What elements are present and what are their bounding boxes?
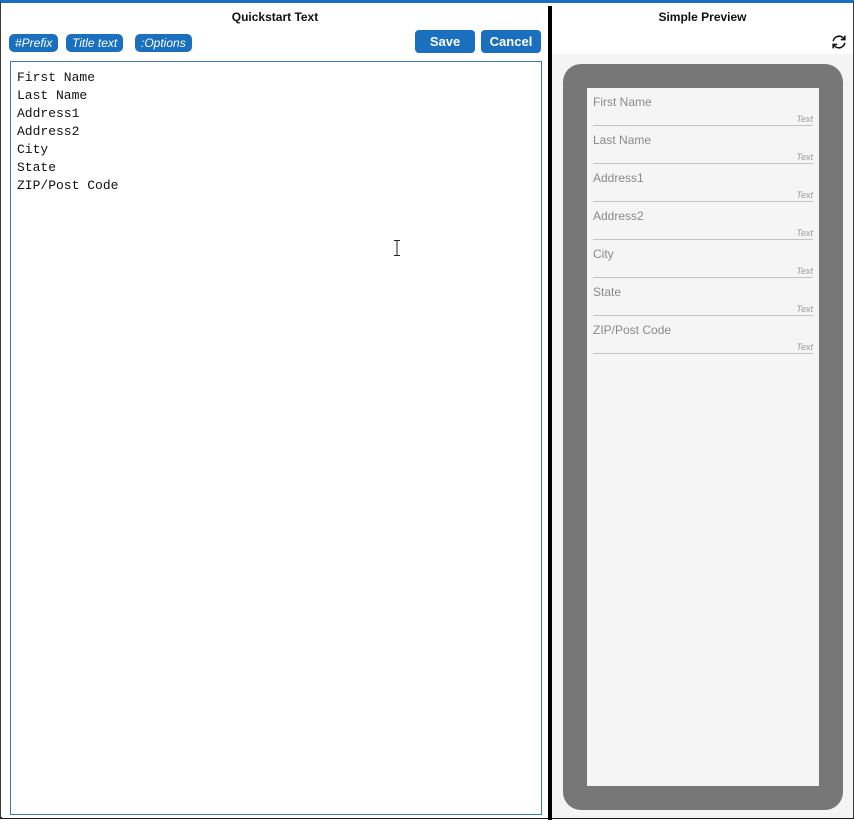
preview-field-last-name[interactable]: Last Name Text (593, 126, 813, 164)
field-label: State (593, 285, 622, 299)
preview-header: Simple Preview (552, 6, 853, 54)
editor-line: Address2 (17, 124, 80, 139)
title-text-tag-button[interactable]: Title text (66, 34, 124, 52)
prefix-tag-button[interactable]: #Prefix (9, 34, 59, 52)
preview-field-address2[interactable]: Address2 Text (593, 202, 813, 240)
field-label: Address2 (593, 209, 644, 223)
preview-panel: Simple Preview First Name Text Last Name… (552, 6, 853, 818)
options-tag-button[interactable]: :Options (135, 34, 192, 52)
phone-frame: First Name Text Last Name Text Address1 … (563, 64, 843, 810)
preview-field-zip-post-code[interactable]: ZIP/Post Code Text (593, 316, 813, 354)
editor-line: ZIP/Post Code (17, 178, 119, 193)
editor-line: State (17, 160, 57, 175)
quickstart-panel: Quickstart Text #Prefix Title text :Opti… (2, 6, 548, 818)
quickstart-title: Quickstart Text (231, 10, 319, 24)
field-type-hint: Text (796, 190, 813, 200)
quickstart-toolbar: #Prefix Title text :Options Save Cancel (2, 30, 548, 54)
cancel-button[interactable]: Cancel (481, 30, 541, 53)
field-type-hint: Text (796, 304, 813, 314)
phone-screen: First Name Text Last Name Text Address1 … (587, 88, 819, 786)
editor-line: First Name (17, 70, 96, 85)
preview-field-state[interactable]: State Text (593, 278, 813, 316)
preview-field-address1[interactable]: Address1 Text (593, 164, 813, 202)
field-label: ZIP/Post Code (593, 323, 672, 337)
field-label: First Name (593, 95, 652, 109)
field-label: Address1 (593, 171, 644, 185)
field-type-hint: Text (796, 114, 813, 124)
quickstart-text-editor[interactable]: First Name Last Name Address1 Address2 C… (10, 61, 542, 815)
editor-line: Last Name (17, 88, 88, 103)
editor-line: Address1 (17, 106, 80, 121)
field-type-hint: Text (796, 342, 813, 352)
preview-field-city[interactable]: City Text (593, 240, 813, 278)
app-window: Quickstart Text #Prefix Title text :Opti… (0, 0, 854, 820)
preview-field-first-name[interactable]: First Name Text (593, 88, 813, 126)
text-cursor-icon (394, 240, 400, 256)
field-type-hint: Text (796, 228, 813, 238)
refresh-icon[interactable] (830, 33, 848, 51)
field-label: City (593, 247, 614, 261)
preview-title: Simple Preview (658, 10, 747, 24)
field-type-hint: Text (796, 266, 813, 276)
editor-line: City (17, 142, 49, 157)
save-button[interactable]: Save (415, 30, 475, 53)
field-type-hint: Text (796, 152, 813, 162)
field-label: Last Name (593, 133, 652, 147)
